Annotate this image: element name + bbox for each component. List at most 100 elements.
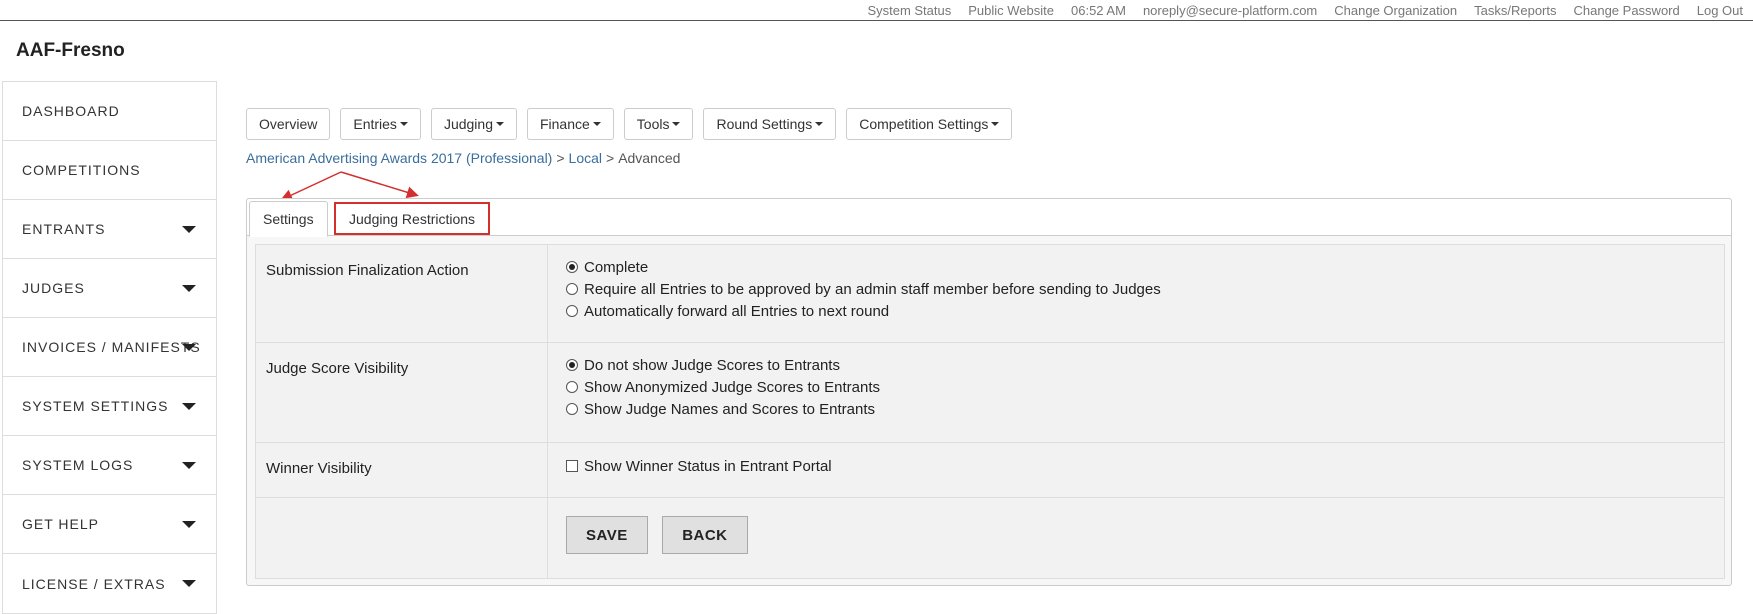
nav-entries-button[interactable]: Entries — [340, 108, 421, 140]
sidebar-item-dashboard[interactable]: DASHBOARD — [3, 82, 216, 141]
log-out-link[interactable]: Log Out — [1697, 3, 1743, 18]
radio-label: Show Anonymized Judge Scores to Entrants — [584, 378, 881, 396]
clock-time: 06:52 AM — [1071, 3, 1126, 18]
caret-down-icon — [182, 285, 196, 292]
settings-panel: Settings Judging Restrictions Submission… — [246, 198, 1732, 586]
radio-button[interactable] — [566, 359, 578, 371]
change-organization-link[interactable]: Change Organization — [1334, 3, 1457, 18]
caret-down-icon — [399, 122, 408, 126]
breadcrumb-current: Advanced — [618, 150, 681, 166]
user-email: noreply@secure-platform.com — [1142, 3, 1318, 18]
judge-score-row: Judge Score Visibility Do not show Judge… — [256, 343, 1724, 443]
nav-button-label: Overview — [259, 116, 318, 132]
radio-option[interactable]: Automatically forward all Entries to nex… — [566, 300, 1724, 322]
submission-options: Complete Require all Entries to be appro… — [548, 245, 1724, 342]
form-actions: SAVE BACK — [548, 498, 1724, 578]
caret-down-icon — [182, 344, 196, 351]
breadcrumb: American Advertising Awards 2017 (Profes… — [246, 150, 680, 166]
caret-down-icon — [991, 122, 1000, 126]
change-password-link[interactable]: Change Password — [1574, 3, 1680, 18]
radio-option[interactable]: Do not show Judge Scores to Entrants — [566, 354, 1724, 376]
caret-down-icon — [182, 403, 196, 410]
checkbox-label: Show Winner Status in Entrant Portal — [584, 457, 832, 475]
sidebar-item-label: SYSTEM LOGS — [22, 457, 134, 473]
nav-judging-button[interactable]: Judging — [430, 108, 517, 140]
sidebar-item-license-extras[interactable]: LICENSE / EXTRAS — [3, 554, 216, 613]
nav-finance-button[interactable]: Finance — [526, 108, 614, 140]
nav-button-label: Finance — [539, 116, 590, 132]
radio-label: Do not show Judge Scores to Entrants — [584, 356, 840, 374]
tab-label: Settings — [263, 211, 314, 227]
nav-round-settings-button[interactable]: Round Settings — [703, 108, 837, 140]
checkbox-option[interactable]: Show Winner Status in Entrant Portal — [566, 455, 1724, 477]
caret-down-icon — [592, 122, 601, 126]
public-website-link[interactable]: Public Website — [968, 3, 1054, 18]
tab-judging-restrictions[interactable]: Judging Restrictions — [334, 202, 491, 235]
nav-competition-settings-button[interactable]: Competition Settings — [846, 108, 1013, 140]
radio-option[interactable]: Show Anonymized Judge Scores to Entrants — [566, 376, 1724, 398]
radio-button[interactable] — [566, 261, 578, 273]
radio-option[interactable]: Complete — [566, 256, 1724, 278]
sidebar-item-get-help[interactable]: GET HELP — [3, 495, 216, 554]
tab-label: Judging Restrictions — [349, 210, 476, 227]
caret-down-icon — [672, 122, 681, 126]
radio-option[interactable]: Require all Entries to be approved by an… — [566, 278, 1724, 300]
sidebar-item-label: COMPETITIONS — [22, 162, 141, 178]
top-links: System Status Public Website 06:52 AM no… — [867, 3, 1743, 18]
caret-down-icon — [182, 462, 196, 469]
annotation-arrow-left — [280, 171, 342, 201]
caret-down-icon — [495, 122, 504, 126]
caret-down-icon — [182, 521, 196, 528]
sidebar-item-system-settings[interactable]: SYSTEM SETTINGS — [3, 377, 216, 436]
field-label: Winner Visibility — [256, 443, 548, 497]
nav-overview-button[interactable]: Overview — [246, 108, 331, 140]
submission-row: Submission Finalization Action Complete … — [256, 245, 1724, 343]
organization-title: AAF-Fresno — [16, 40, 125, 61]
radio-button[interactable] — [566, 283, 578, 295]
radio-label: Automatically forward all Entries to nex… — [584, 302, 890, 320]
winner-status-checkbox[interactable] — [566, 460, 578, 472]
winner-options: Show Winner Status in Entrant Portal — [548, 443, 1724, 497]
breadcrumb-separator: > — [606, 150, 615, 166]
actions-row: SAVE BACK — [256, 498, 1724, 578]
nav-button-label: Tools — [636, 116, 670, 132]
back-button[interactable]: BACK — [662, 516, 748, 554]
breadcrumb-competition-link[interactable]: American Advertising Awards 2017 (Profes… — [246, 150, 552, 166]
radio-option[interactable]: Show Judge Names and Scores to Entrants — [566, 398, 1724, 420]
nav-button-label: Round Settings — [716, 116, 813, 132]
competition-nav: Overview Entries Judging Finance Tools R… — [246, 108, 1013, 140]
annotation-arrow-right — [340, 171, 419, 199]
settings-form: Submission Finalization Action Complete … — [255, 244, 1725, 579]
tasks-reports-link[interactable]: Tasks/Reports — [1474, 3, 1556, 18]
winner-visibility-row: Winner Visibility Show Winner Status in … — [256, 443, 1724, 498]
radio-button[interactable] — [566, 381, 578, 393]
sidebar-item-judges[interactable]: JUDGES — [3, 259, 216, 318]
breadcrumb-round-link[interactable]: Local — [569, 150, 602, 166]
sidebar-item-label: JUDGES — [22, 280, 85, 296]
tab-settings[interactable]: Settings — [249, 201, 328, 237]
sidebar-item-invoices-manifests[interactable]: INVOICES / MANIFESTS — [3, 318, 216, 377]
sidebar-item-label: SYSTEM SETTINGS — [22, 398, 169, 414]
sidebar-item-label: INVOICES / MANIFESTS — [22, 339, 201, 355]
system-status-link[interactable]: System Status — [867, 3, 951, 18]
sidebar-item-system-logs[interactable]: SYSTEM LOGS — [3, 436, 216, 495]
judge-score-options: Do not show Judge Scores to Entrants Sho… — [548, 343, 1724, 442]
caret-down-icon — [815, 122, 824, 126]
sidebar-item-entrants[interactable]: ENTRANTS — [3, 200, 216, 259]
nav-button-label: Judging — [443, 116, 493, 132]
radio-label: Complete — [584, 258, 649, 276]
breadcrumb-separator: > — [556, 150, 565, 166]
sidebar-item-label: ENTRANTS — [22, 221, 106, 237]
nav-tools-button[interactable]: Tools — [623, 108, 694, 140]
sidebar: DASHBOARD COMPETITIONS ENTRANTS JUDGES I… — [2, 81, 217, 614]
save-button[interactable]: SAVE — [566, 516, 648, 554]
sidebar-item-label: GET HELP — [22, 516, 99, 532]
radio-button[interactable] — [566, 305, 578, 317]
sidebar-item-competitions[interactable]: COMPETITIONS — [3, 141, 216, 200]
tab-bar: Settings Judging Restrictions — [247, 199, 1731, 237]
radio-button[interactable] — [566, 403, 578, 415]
caret-down-icon — [182, 226, 196, 233]
nav-button-label: Competition Settings — [859, 116, 989, 132]
radio-label: Show Judge Names and Scores to Entrants — [584, 400, 875, 418]
sidebar-item-label: DASHBOARD — [22, 103, 120, 119]
